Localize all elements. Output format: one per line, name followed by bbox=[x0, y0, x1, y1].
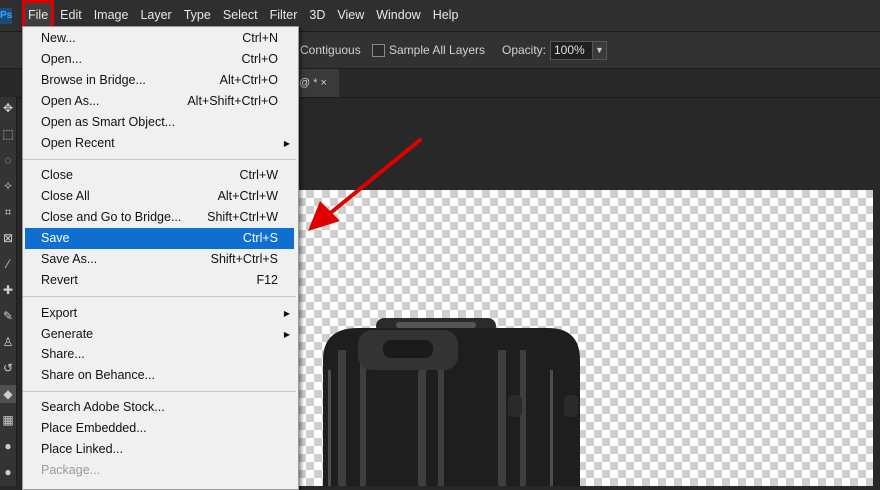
menu-item-share-on-behance[interactable]: Share on Behance... bbox=[23, 365, 296, 386]
menu-item-save-as[interactable]: Save As... Shift+Ctrl+S bbox=[23, 249, 296, 270]
menu-item-shortcut: Ctrl+S bbox=[242, 231, 278, 245]
menu-item-place-linked[interactable]: Place Linked... bbox=[23, 439, 296, 460]
menu-item-new[interactable]: New... Ctrl+N bbox=[23, 28, 296, 49]
menu-item-label: Open As... bbox=[41, 94, 100, 108]
menu-item-open-as-smart-object[interactable]: Open as Smart Object... bbox=[23, 112, 296, 133]
stamp-tool-icon[interactable]: ♙ bbox=[0, 333, 16, 351]
gradient-tool-icon[interactable]: ▦ bbox=[0, 411, 16, 429]
blur-tool-icon[interactable]: ● bbox=[0, 437, 16, 455]
menu-item-label: Open... bbox=[41, 52, 82, 66]
menu-item-generate[interactable]: Generate ▶ bbox=[23, 324, 296, 345]
menu-item-shortcut: Shift+Ctrl+S bbox=[210, 252, 278, 266]
history-brush-tool-icon[interactable]: ↺ bbox=[0, 359, 16, 377]
magic-wand-tool-icon[interactable]: ✧ bbox=[0, 177, 16, 195]
menu-item-label: Open as Smart Object... bbox=[41, 115, 176, 129]
sample-all-layers-label[interactable]: Sample All Layers bbox=[389, 32, 485, 68]
sample-all-layers-checkbox[interactable] bbox=[372, 44, 385, 57]
menu-item-label: Close and Go to Bridge... bbox=[41, 210, 182, 224]
menu-item-label: Browse in Bridge... bbox=[41, 73, 146, 87]
menu-separator bbox=[23, 391, 296, 392]
menu-item-label: Open Recent bbox=[41, 136, 115, 150]
submenu-arrow-icon: ▶ bbox=[283, 139, 290, 148]
menu-item-label: Close All bbox=[41, 189, 90, 203]
menu-item-label: Close bbox=[41, 168, 73, 182]
lasso-tool-icon[interactable]: ◌ bbox=[0, 151, 16, 169]
menu-item-label: Place Embedded... bbox=[41, 421, 147, 435]
menu-item-search-adobe-stock[interactable]: Search Adobe Stock... bbox=[23, 397, 296, 418]
marquee-tool-icon[interactable]: ⬚ bbox=[0, 125, 16, 143]
menu-item-close[interactable]: Close Ctrl+W bbox=[23, 165, 296, 186]
menu-view[interactable]: View bbox=[331, 0, 370, 31]
menu-item-label: Share on Behance... bbox=[41, 368, 155, 382]
opacity-label: Opacity: bbox=[502, 43, 547, 57]
menu-item-share[interactable]: Share... bbox=[23, 344, 296, 365]
menu-help[interactable]: Help bbox=[427, 0, 465, 31]
menu-item-open-as[interactable]: Open As... Alt+Shift+Ctrl+O bbox=[23, 91, 296, 112]
menu-item-close-all[interactable]: Close All Alt+Ctrl+W bbox=[23, 186, 296, 207]
menu-item-label: Package... bbox=[41, 463, 101, 477]
menu-item-shortcut: Shift+Ctrl+W bbox=[207, 210, 278, 224]
menu-item-shortcut: Alt+Shift+Ctrl+O bbox=[187, 94, 278, 108]
menu-item-place-embedded[interactable]: Place Embedded... bbox=[23, 418, 296, 439]
menu-item-label: Search Adobe Stock... bbox=[41, 400, 165, 414]
move-tool-icon[interactable]: ✥ bbox=[0, 99, 16, 117]
photoshop-logo-icon: Ps bbox=[0, 7, 12, 24]
menu-item-shortcut: Alt+Ctrl+O bbox=[219, 73, 278, 87]
menu-item-label: Generate bbox=[41, 327, 94, 341]
menu-item-browse-in-bridge[interactable]: Browse in Bridge... Alt+Ctrl+O bbox=[23, 70, 296, 91]
file-menu-dropdown: New... Ctrl+N Open... Ctrl+O Browse in B… bbox=[22, 26, 299, 490]
menu-item-label: Revert bbox=[41, 273, 78, 287]
menu-window[interactable]: Window bbox=[370, 0, 426, 31]
document-tab[interactable]: @ * × bbox=[295, 69, 339, 97]
menu-3d[interactable]: 3D bbox=[303, 0, 331, 31]
menu-separator bbox=[23, 296, 296, 297]
menu-item-shortcut: Ctrl+O bbox=[241, 52, 278, 66]
menu-item-shortcut: Alt+Ctrl+W bbox=[217, 189, 278, 203]
annotation-arrow-icon bbox=[308, 138, 422, 231]
menu-item-label: Export bbox=[41, 306, 78, 320]
menu-item-open-recent[interactable]: Open Recent ▶ bbox=[23, 133, 296, 154]
menu-item-shortcut: Ctrl+N bbox=[242, 31, 278, 45]
menu-item-label: Save bbox=[41, 231, 70, 245]
contiguous-label[interactable]: Contiguous bbox=[300, 32, 361, 68]
chevron-down-icon[interactable]: ▼ bbox=[592, 41, 607, 60]
frame-tool-icon[interactable]: ⊠ bbox=[0, 229, 16, 247]
menu-item-label: Place Linked... bbox=[41, 442, 123, 456]
submenu-arrow-icon: ▶ bbox=[283, 330, 290, 339]
menu-item-open[interactable]: Open... Ctrl+O bbox=[23, 49, 296, 70]
menu-item-label: New... bbox=[41, 31, 76, 45]
submenu-arrow-icon: ▶ bbox=[283, 309, 290, 318]
menu-item-export[interactable]: Export ▶ bbox=[23, 303, 296, 324]
menu-separator bbox=[23, 159, 296, 160]
dodge-tool-icon[interactable]: ● bbox=[0, 463, 16, 481]
eraser-tool-icon[interactable]: ◆ bbox=[0, 385, 16, 403]
healing-brush-tool-icon[interactable]: ✚ bbox=[0, 281, 16, 299]
menu-item-package: Package... bbox=[23, 460, 296, 481]
eyedropper-tool-icon[interactable]: ⁄ bbox=[0, 255, 16, 273]
menu-item-save[interactable]: Save Ctrl+S bbox=[25, 228, 294, 249]
menu-item-close-and-go-to-bridge[interactable]: Close and Go to Bridge... Shift+Ctrl+W bbox=[23, 207, 296, 228]
tools-panel: ✥ ⬚ ◌ ✧ ⌗ ⊠ ⁄ ✚ ✎ ♙ ↺ ◆ ▦ ● ● bbox=[0, 97, 17, 486]
menu-item-shortcut: F12 bbox=[256, 273, 278, 287]
crop-tool-icon[interactable]: ⌗ bbox=[0, 203, 16, 221]
menu-item-label: Save As... bbox=[41, 252, 98, 266]
opacity-input[interactable]: 100% bbox=[550, 41, 593, 60]
brush-tool-icon[interactable]: ✎ bbox=[0, 307, 16, 325]
menu-item-revert[interactable]: Revert F12 bbox=[23, 270, 296, 291]
menu-item-shortcut: Ctrl+W bbox=[239, 168, 278, 182]
menu-item-label: Share... bbox=[41, 347, 85, 361]
